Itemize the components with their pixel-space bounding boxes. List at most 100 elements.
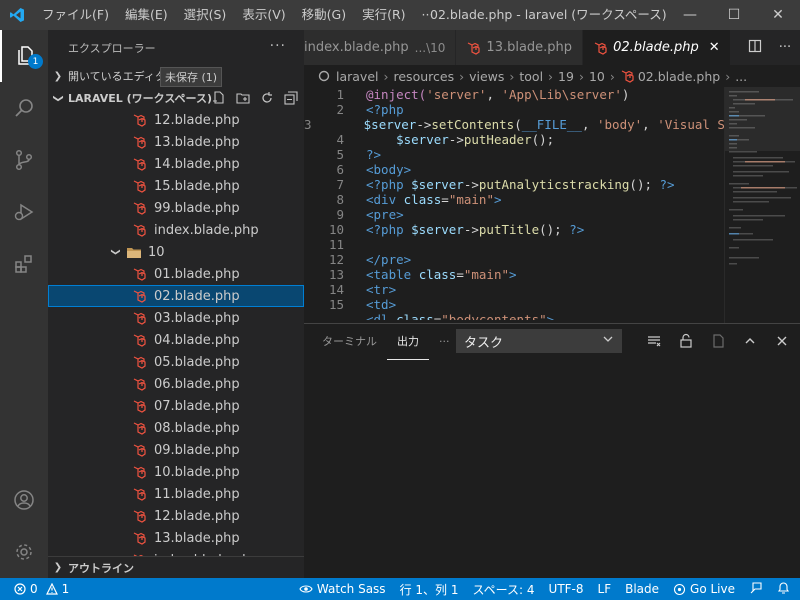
lock-scroll-button[interactable] bbox=[674, 330, 698, 352]
tree-file-item[interactable]: 09.blade.php bbox=[48, 439, 304, 461]
tree-file-item[interactable]: index.blade.php bbox=[48, 549, 304, 556]
run-debug-button[interactable] bbox=[0, 186, 48, 238]
code-line[interactable]: 15 <td> bbox=[304, 297, 724, 312]
code-line[interactable]: 5 ?> bbox=[304, 147, 724, 162]
tree-file-item[interactable]: 03.blade.php bbox=[48, 307, 304, 329]
open-log-button[interactable] bbox=[706, 330, 730, 352]
watch-sass-button[interactable]: Watch Sass bbox=[299, 582, 386, 596]
code-line[interactable]: 1 @inject('server', 'App\Lib\server') bbox=[304, 87, 724, 102]
code-line[interactable]: 8 <div class="main"> bbox=[304, 192, 724, 207]
split-editor-button[interactable] bbox=[740, 39, 770, 57]
language-mode[interactable]: Blade bbox=[625, 582, 659, 596]
search-button[interactable] bbox=[0, 82, 48, 134]
new-folder-button[interactable] bbox=[234, 89, 252, 107]
tree-file-item[interactable]: index.blade.php bbox=[48, 219, 304, 241]
line-number: 10 bbox=[328, 222, 344, 237]
code-line[interactable]: 12 </pre> bbox=[304, 252, 724, 267]
menu-item[interactable]: 選択(S) bbox=[176, 0, 235, 30]
go-live-button[interactable]: Go Live bbox=[673, 582, 735, 596]
menu-item[interactable]: 表示(V) bbox=[234, 0, 293, 30]
menu-item[interactable]: 移動(G) bbox=[294, 0, 354, 30]
explorer-more-button[interactable]: ··· bbox=[270, 38, 286, 54]
code-line[interactable]: 3 $server->setContents(__FILE__, 'body',… bbox=[304, 117, 724, 132]
code-line[interactable]: 6 <body> bbox=[304, 162, 724, 177]
breadcrumb-item[interactable]: resources bbox=[394, 69, 455, 84]
breadcrumb-item[interactable]: tool bbox=[519, 69, 543, 84]
maximize-button[interactable]: ☐ bbox=[712, 0, 756, 30]
tree-file-item[interactable]: 06.blade.php bbox=[48, 373, 304, 395]
accounts-button[interactable] bbox=[0, 474, 48, 526]
tree-file-item[interactable]: 01.blade.php bbox=[48, 263, 304, 285]
breadcrumb-item[interactable]: ... bbox=[735, 69, 747, 84]
tree-file-item[interactable]: 12.blade.php bbox=[48, 505, 304, 527]
breadcrumb-item[interactable]: views bbox=[469, 69, 504, 84]
source-control-button[interactable] bbox=[0, 134, 48, 186]
code-line[interactable]: 2 <?php bbox=[304, 102, 724, 117]
tree-file-item[interactable]: 99.blade.php bbox=[48, 197, 304, 219]
code-line[interactable]: 10 <?php $server->putTitle(); ?> bbox=[304, 222, 724, 237]
breadcrumb-item[interactable]: 02.blade.php bbox=[638, 69, 720, 84]
editor-more-button[interactable]: ··· bbox=[770, 40, 800, 55]
cursor-position[interactable]: 行 1、列 1 bbox=[400, 581, 459, 598]
tree-file-item[interactable]: 02.blade.php bbox=[48, 285, 304, 307]
indentation[interactable]: スペース: 4 bbox=[472, 581, 534, 598]
menu-item[interactable]: 編集(E) bbox=[117, 0, 176, 30]
manage-button[interactable] bbox=[0, 526, 48, 578]
output-channel-select[interactable]: タスク bbox=[456, 329, 622, 353]
editor-tab[interactable]: index.blade.php ...\10 bbox=[304, 30, 457, 65]
notifications-button[interactable] bbox=[777, 581, 790, 598]
minimap[interactable] bbox=[724, 87, 800, 323]
menu-item[interactable]: 実行(R) bbox=[354, 0, 413, 30]
feedback-button[interactable] bbox=[749, 581, 763, 598]
extensions-button[interactable] bbox=[0, 238, 48, 290]
encoding[interactable]: UTF-8 bbox=[549, 582, 584, 596]
panel-more-button[interactable]: ··· bbox=[429, 324, 460, 360]
tree-folder-item[interactable]: ❯ 10 bbox=[48, 241, 304, 263]
code-line[interactable]: 13 <table class="main"> bbox=[304, 267, 724, 282]
code-line[interactable]: 9 <pre> bbox=[304, 207, 724, 222]
workspace-section[interactable]: ❯ LARAVEL (ワークスペース) bbox=[48, 87, 304, 109]
new-file-button[interactable] bbox=[210, 89, 228, 107]
close-panel-button[interactable] bbox=[770, 330, 794, 352]
tree-file-item[interactable]: 14.blade.php bbox=[48, 153, 304, 175]
code-line[interactable]: 7 <?php $server->putAnalyticstracking(); … bbox=[304, 177, 724, 192]
problems-indicator[interactable]: 0 1 bbox=[0, 582, 69, 596]
tree-file-item[interactable]: 07.blade.php bbox=[48, 395, 304, 417]
close-tab-button[interactable]: ✕ bbox=[709, 40, 720, 55]
code-line[interactable]: 4 $server->putHeader(); bbox=[304, 132, 724, 147]
tree-file-item[interactable]: 04.blade.php bbox=[48, 329, 304, 351]
menu-item[interactable]: ファイル(F) bbox=[34, 0, 117, 30]
minimize-button[interactable]: — bbox=[668, 0, 712, 30]
breadcrumb-item[interactable]: 10 bbox=[589, 69, 605, 84]
outline-label: アウトライン bbox=[68, 561, 134, 575]
tree-file-item[interactable]: 12.blade.php bbox=[48, 109, 304, 131]
tree-file-item[interactable]: 10.blade.php bbox=[48, 461, 304, 483]
window-title: 02.blade.php - laravel (ワークスペース) - Vis..… bbox=[430, 7, 670, 22]
collapse-all-button[interactable] bbox=[282, 89, 300, 107]
outline-section[interactable]: ❯ アウトライン bbox=[48, 556, 304, 578]
tab-output[interactable]: 出力 bbox=[387, 324, 429, 360]
code-line[interactable]: <dl class="bodycontents"> bbox=[304, 312, 724, 320]
tab-terminal[interactable]: ターミナル bbox=[312, 324, 387, 360]
tree-file-item[interactable]: 13.blade.php bbox=[48, 527, 304, 549]
maximize-panel-button[interactable] bbox=[738, 330, 762, 352]
end-of-line[interactable]: LF bbox=[598, 582, 612, 596]
tree-file-item[interactable]: 15.blade.php bbox=[48, 175, 304, 197]
breadcrumb-item[interactable]: laravel bbox=[336, 69, 379, 84]
code-editor[interactable]: 1 @inject('server', 'App\Lib\server') 2 <?p… bbox=[304, 87, 724, 323]
code-line[interactable]: 14 <tr> bbox=[304, 282, 724, 297]
code-line[interactable]: 11 bbox=[304, 237, 724, 252]
refresh-button[interactable] bbox=[258, 89, 276, 107]
tree-file-item[interactable]: 08.blade.php bbox=[48, 417, 304, 439]
editor-tab[interactable]: 02.blade.php ✕ bbox=[583, 30, 731, 65]
editor-tab[interactable]: 13.blade.php bbox=[456, 30, 584, 65]
close-window-button[interactable]: ✕ bbox=[756, 0, 800, 30]
tree-file-item[interactable]: 13.blade.php bbox=[48, 131, 304, 153]
explorer-button[interactable]: 1 bbox=[0, 30, 48, 82]
clear-output-button[interactable] bbox=[642, 330, 666, 352]
breadcrumb-item[interactable]: 19 bbox=[558, 69, 574, 84]
open-editors-section[interactable]: ❯ 開いているエディター 未保存 (1) bbox=[48, 65, 304, 87]
tree-file-item[interactable]: 05.blade.php bbox=[48, 351, 304, 373]
tree-file-item[interactable]: 11.blade.php bbox=[48, 483, 304, 505]
